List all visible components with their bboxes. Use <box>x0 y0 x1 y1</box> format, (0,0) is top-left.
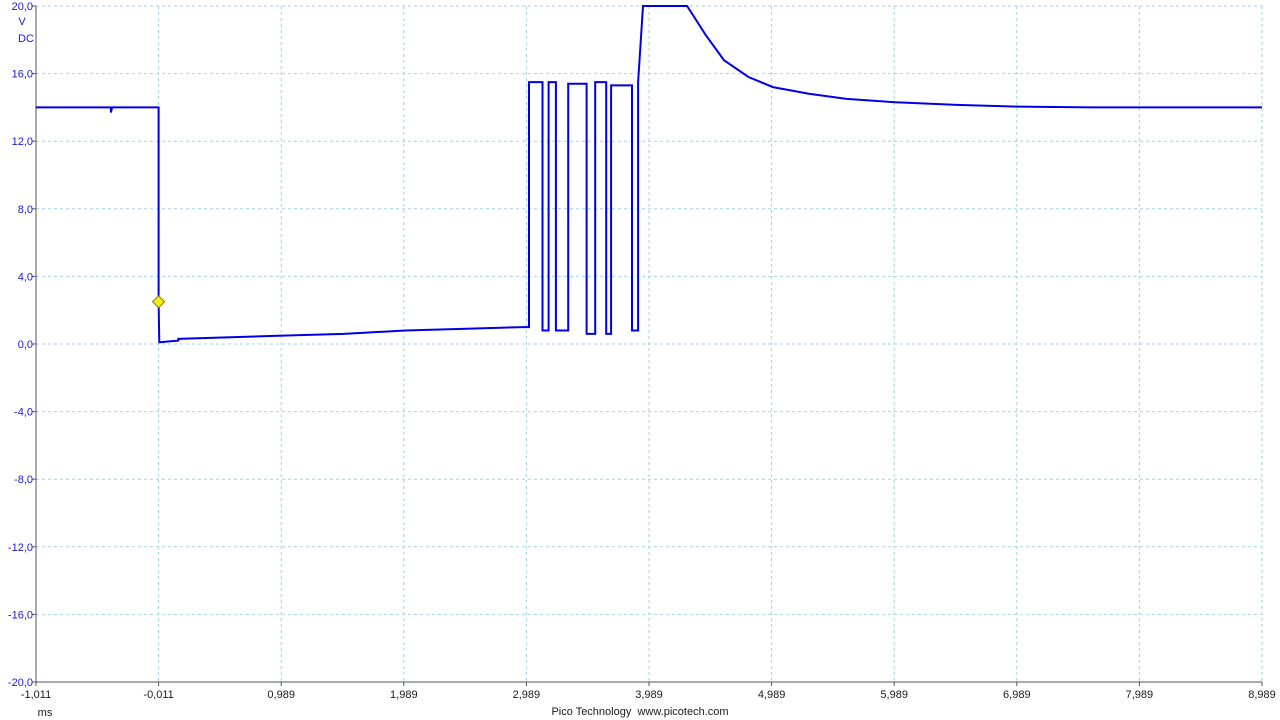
y-tick-label: 4,0 <box>18 271 33 283</box>
trigger-marker[interactable] <box>151 295 166 309</box>
y-tick-label: 0,0 <box>18 339 33 351</box>
y-tick-label: 16,0 <box>12 69 33 81</box>
y-tick-label: -20,0 <box>8 677 33 689</box>
x-tick-label: -1,011 <box>21 689 51 701</box>
y-axis-ticks: 20,0 16,0 12,0 8,0 4,0 0,0 -4,0 -8,0 -12,0 -16,0 -… <box>8 1 36 689</box>
x-tick-label: 1,989 <box>390 689 418 701</box>
x-tick-label: 5,989 <box>880 689 908 701</box>
footer-credit: Pico Technology www.picotech.com <box>551 706 728 718</box>
y-tick-label: 8,0 <box>18 204 33 216</box>
x-unit-label: ms <box>38 707 53 719</box>
y-tick-label: 20,0 <box>12 1 33 13</box>
x-tick-label: 6,989 <box>1003 689 1031 701</box>
x-tick-label: 2,989 <box>513 689 541 701</box>
x-tick-label: 8,989 <box>1248 689 1276 701</box>
y-tick-label: -4,0 <box>14 407 33 419</box>
x-tick-label: 3,989 <box>635 689 663 701</box>
x-tick-label: 4,989 <box>758 689 786 701</box>
x-axis-ticks: -1,011 -0,011 0,989 1,989 2,989 3,989 4,989 5,9… <box>21 682 1276 701</box>
oscilloscope-chart: 20,0 16,0 12,0 8,0 4,0 0,0 -4,0 -8,0 -12,0 -16,0 -… <box>8 1 1276 719</box>
x-tick-label: 0,989 <box>267 689 295 701</box>
y-tick-label: -8,0 <box>14 474 33 486</box>
y-tick-label: -12,0 <box>8 542 33 554</box>
coupling-label: DC <box>18 33 34 45</box>
y-unit-label: V <box>18 16 26 28</box>
y-tick-label: -16,0 <box>8 609 33 621</box>
y-tick-label: 12,0 <box>12 136 33 148</box>
x-tick-label: 7,989 <box>1126 689 1154 701</box>
x-tick-label: -0,011 <box>143 689 173 701</box>
